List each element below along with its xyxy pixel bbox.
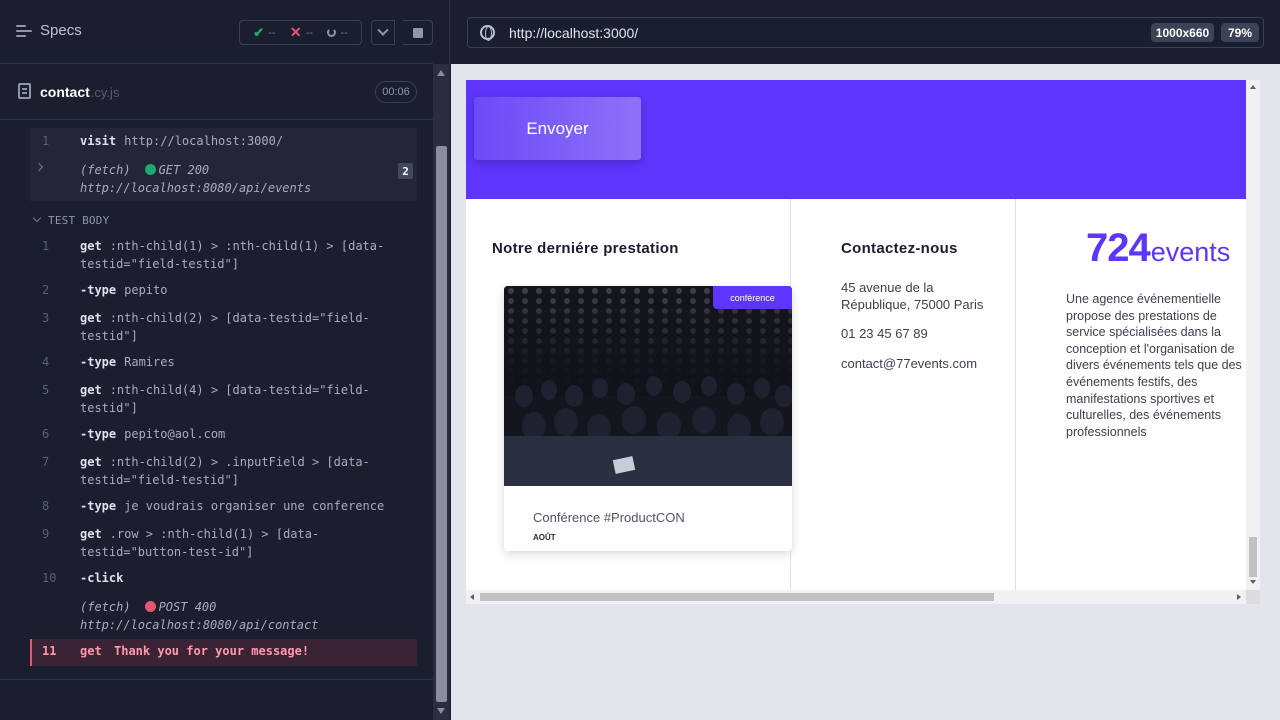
- scroll-thumb: [436, 146, 447, 702]
- app-iframe: Envoyer Notre derniére prestation confér…: [466, 80, 1260, 604]
- scroll-up-icon: [437, 70, 445, 76]
- error-status-icon: [144, 601, 156, 612]
- x-icon: ✕: [289, 24, 302, 40]
- pending-stat: --: [327, 27, 348, 39]
- dropdown-button[interactable]: [371, 20, 395, 45]
- stop-button[interactable]: [403, 20, 433, 45]
- contact-form-section: Envoyer: [466, 80, 1246, 199]
- conference-image: conférence: [504, 286, 792, 486]
- passed-stat: ✔ --: [253, 24, 276, 40]
- test-stats: ✔ -- ✕ -- --: [239, 20, 362, 45]
- command-log-scrollbar[interactable]: [433, 64, 450, 720]
- specs-toggle[interactable]: Specs: [16, 22, 82, 39]
- scroll-down-icon: [1250, 580, 1256, 584]
- scroll-corner: [1246, 590, 1260, 604]
- send-button[interactable]: Envoyer: [474, 97, 641, 160]
- contact-title: Contactez-nous: [841, 240, 958, 257]
- viewport-size-badge: 1000x660: [1151, 23, 1214, 42]
- runner-footer: [0, 679, 433, 720]
- failed-command-row[interactable]: 11 get Thank you for your message!: [30, 639, 417, 666]
- command-list: 1 visit http://localhost:3000/ (fetch) GET…: [0, 120, 433, 680]
- specs-header: Specs ✔ -- ✕ -- --: [0, 0, 433, 64]
- stop-icon: [412, 27, 423, 38]
- scroll-thumb: [1249, 537, 1257, 577]
- phone: 01 23 45 67 89: [841, 326, 928, 341]
- command-log-panel: Specs ✔ -- ✕ -- -- contact.cy.js 00:06 1 v…: [0, 0, 450, 720]
- url-text: http://localhost:3000/: [509, 25, 639, 41]
- category-tag: conférence: [713, 286, 792, 309]
- success-status-icon: [144, 164, 156, 175]
- card-title: Conférence #ProductCON: [533, 510, 685, 525]
- specs-label: Specs: [40, 22, 82, 39]
- globe-icon: [480, 25, 495, 41]
- brand-logo: 724 events: [1086, 226, 1231, 270]
- email: contact@77events.com: [841, 356, 978, 371]
- file-icon: [18, 83, 31, 99]
- scroll-right-icon: [1237, 594, 1241, 600]
- vertical-scrollbar[interactable]: [1246, 80, 1260, 590]
- failed-stat: ✕ --: [289, 24, 313, 40]
- address: 45 avenue de la République, 75000 Paris: [841, 280, 984, 312]
- test-body-toggle[interactable]: TEST BODY: [30, 213, 109, 227]
- chevron-down-icon: [32, 213, 42, 223]
- chevron-down-icon: [377, 24, 389, 36]
- scroll-up-icon: [1250, 85, 1256, 89]
- horizontal-scrollbar[interactable]: [466, 590, 1246, 604]
- scroll-down-icon: [437, 708, 445, 714]
- duration-badge: 00:06: [375, 81, 417, 103]
- column-divider: [1015, 199, 1016, 590]
- spec-file-name: contact.cy.js: [40, 84, 120, 100]
- zoom-badge: 79%: [1221, 23, 1259, 42]
- url-bar[interactable]: http://localhost:3000/ 1000x660 79%: [467, 17, 1264, 48]
- scroll-thumb: [480, 593, 994, 601]
- event-card[interactable]: conférence Conférence #ProductCON AOÛT: [504, 286, 792, 551]
- menu-icon: [16, 24, 32, 38]
- check-icon: ✔: [253, 24, 265, 40]
- card-date: AOÛT: [533, 533, 556, 542]
- about-text: Une agence événementielle propose des pr…: [1066, 292, 1242, 439]
- scroll-left-icon: [470, 594, 474, 600]
- request-count-badge: 2: [398, 163, 413, 179]
- url-bar-container: http://localhost:3000/ 1000x660 79%: [451, 0, 1280, 64]
- spinner-icon: [327, 28, 337, 37]
- app-preview-panel: http://localhost:3000/ 1000x660 79% Envo…: [451, 0, 1280, 720]
- last-work-title: Notre derniére prestation: [492, 240, 679, 257]
